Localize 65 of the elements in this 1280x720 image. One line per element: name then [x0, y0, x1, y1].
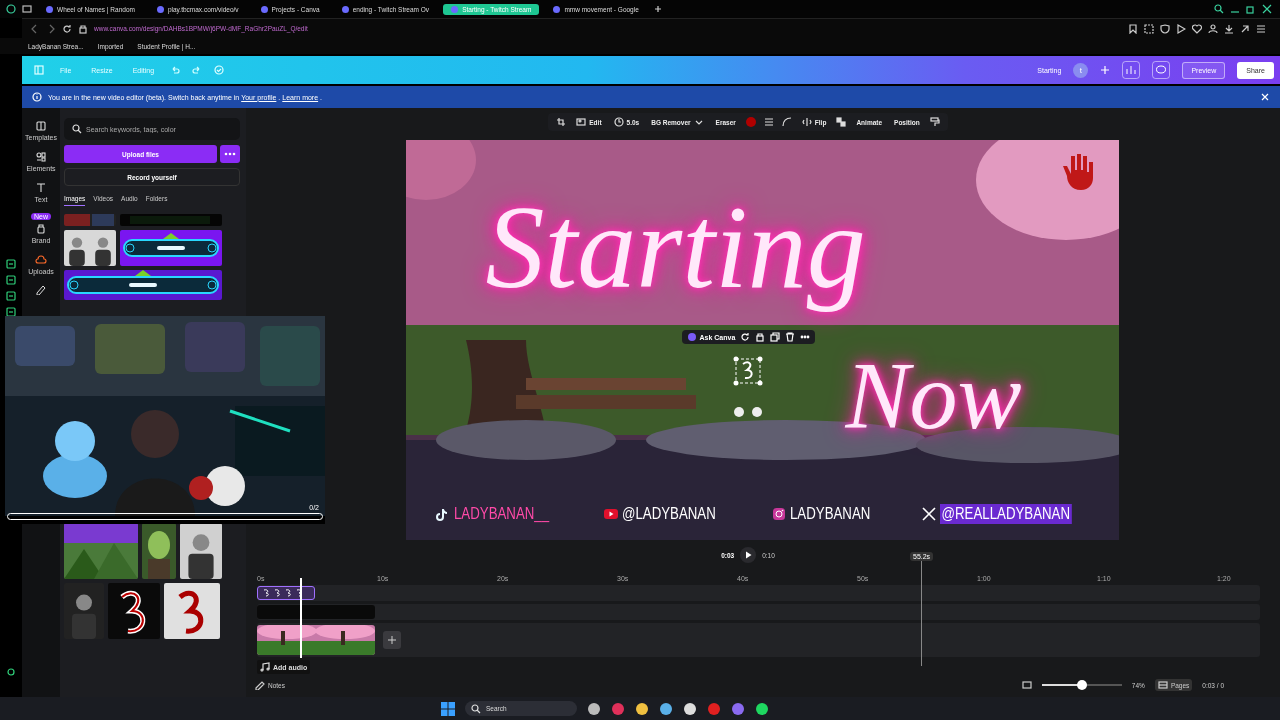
lock-icon[interactable] — [755, 332, 766, 342]
templates-icon — [35, 120, 47, 132]
menu-icon[interactable] — [1256, 23, 1266, 34]
play-logo-icon — [604, 507, 619, 521]
draw-icon[interactable] — [35, 283, 47, 295]
close-icon[interactable] — [1262, 4, 1272, 14]
social-handle: LADYBANAN__ — [453, 504, 549, 524]
more-button[interactable] — [220, 145, 240, 163]
cloud-check-icon — [214, 65, 225, 75]
tiktok-note-icon — [435, 507, 450, 521]
download-icon[interactable] — [1224, 23, 1234, 34]
search-icon — [72, 124, 82, 134]
heart-icon[interactable] — [1192, 23, 1202, 34]
browser-logo-icon[interactable] — [6, 4, 16, 14]
lock-icon — [78, 23, 88, 34]
notes-icon — [255, 680, 265, 690]
briefcase-icon — [35, 223, 47, 235]
restore-icon[interactable] — [1246, 4, 1256, 14]
workspaces-icon[interactable] — [22, 4, 32, 14]
crop-icon[interactable] — [556, 117, 567, 127]
slider-thumb[interactable] — [1076, 680, 1087, 690]
title-word: Now — [845, 341, 1022, 451]
social-handle: LADYBANAN — [789, 504, 871, 524]
extension-icon[interactable] — [1240, 23, 1250, 34]
start-icon[interactable] — [441, 701, 455, 716]
transparency-icon[interactable] — [836, 117, 847, 127]
image-edit-icon — [576, 117, 587, 127]
search-icon[interactable] — [1214, 4, 1224, 14]
social-handle: @REALLADYBANAN — [939, 504, 1072, 524]
info-icon — [32, 92, 42, 102]
screenshot-icon[interactable] — [1144, 23, 1154, 34]
elements-icon — [35, 151, 47, 163]
title-word: Starting — [485, 181, 866, 315]
rotate-handles[interactable] — [732, 406, 763, 418]
search-icon — [471, 703, 481, 714]
clock-icon — [613, 117, 624, 127]
social-handle: @LADYBANAN — [622, 504, 717, 524]
trash-icon[interactable] — [785, 332, 796, 342]
rotate-icon[interactable] — [740, 332, 751, 342]
paint-format-icon[interactable] — [929, 117, 940, 127]
fit-icon[interactable] — [1021, 680, 1032, 690]
chart-icon[interactable] — [1122, 61, 1141, 79]
corner-icon[interactable] — [781, 117, 792, 127]
color-swatch[interactable] — [745, 117, 756, 127]
line-weight-icon[interactable] — [763, 117, 774, 127]
clip[interactable] — [257, 605, 375, 619]
comment-icon[interactable] — [1152, 61, 1171, 79]
play-button[interactable] — [740, 547, 757, 563]
shield-icon[interactable] — [1160, 23, 1170, 34]
x-logo-icon — [921, 507, 936, 521]
play-icon[interactable] — [1176, 23, 1186, 34]
profile-icon[interactable] — [1208, 23, 1218, 34]
selection-frame[interactable] — [732, 356, 763, 386]
duplicate-icon[interactable] — [770, 332, 781, 342]
music-icon — [260, 662, 270, 672]
add-clip-button[interactable] — [383, 631, 401, 649]
bookmark-icon[interactable] — [1128, 23, 1138, 34]
flip-icon — [801, 117, 812, 127]
add-icon[interactable] — [1100, 65, 1111, 75]
cloud-upload-icon — [35, 254, 47, 266]
pages-icon — [1157, 680, 1168, 690]
reload-icon[interactable] — [62, 23, 72, 34]
new-tab-icon[interactable] — [652, 4, 663, 14]
clip[interactable] — [257, 586, 315, 600]
text-icon — [35, 182, 47, 194]
